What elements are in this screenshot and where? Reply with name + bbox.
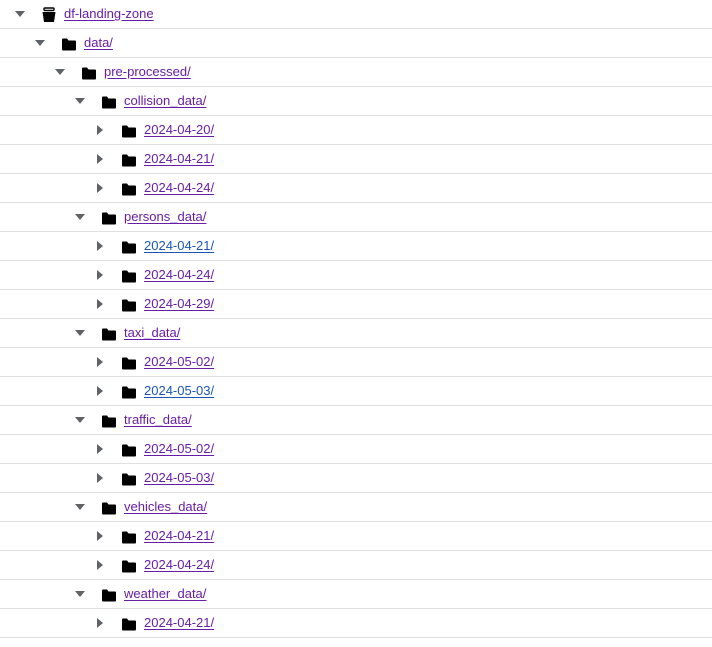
tree-row-folder[interactable]: 2024-04-24/ [0,551,712,580]
expand-toggle[interactable] [90,174,110,202]
expand-toggle[interactable] [90,435,110,463]
tree-node-label[interactable]: 2024-04-21/ [144,238,214,254]
tree-row-folder[interactable]: taxi_data/ [0,319,712,348]
folder-icon [101,413,117,429]
folder-icon [121,239,137,255]
folder-icon [101,587,117,603]
tree-node-label[interactable]: 2024-05-03/ [144,383,214,399]
tree-node-label[interactable]: 2024-05-02/ [144,441,214,457]
tree-row-folder[interactable]: 2024-05-03/ [0,464,712,493]
expand-toggle[interactable] [90,464,110,492]
expand-toggle[interactable] [90,522,110,550]
tree-node-label[interactable]: 2024-04-24/ [144,557,214,573]
folder-icon [121,471,137,487]
folder-tree: df-landing-zone data/ pre-processed/ col… [0,0,712,638]
folder-icon [121,442,137,458]
folder-icon [121,529,137,545]
tree-row-folder[interactable]: persons_data/ [0,203,712,232]
tree-node-label[interactable]: 2024-04-29/ [144,296,214,312]
tree-node-label[interactable]: 2024-04-24/ [144,180,214,196]
expand-toggle[interactable] [90,609,110,637]
tree-node-label[interactable]: weather_data/ [124,586,206,602]
tree-row-folder[interactable]: 2024-05-02/ [0,435,712,464]
folder-icon [121,384,137,400]
collapse-toggle[interactable] [70,87,90,115]
collapse-toggle[interactable] [10,0,30,28]
expand-toggle[interactable] [90,116,110,144]
tree-row-folder[interactable]: collision_data/ [0,87,712,116]
tree-row-folder[interactable]: 2024-05-03/ [0,377,712,406]
tree-node-label[interactable]: data/ [84,35,113,51]
tree-row-folder[interactable]: 2024-04-21/ [0,609,712,638]
tree-row-folder[interactable]: 2024-04-20/ [0,116,712,145]
bucket-icon [41,7,57,23]
tree-row-folder[interactable]: weather_data/ [0,580,712,609]
tree-row-folder[interactable]: traffic_data/ [0,406,712,435]
tree-row-folder[interactable]: 2024-04-29/ [0,290,712,319]
tree-row-folder[interactable]: 2024-05-02/ [0,348,712,377]
folder-icon [121,558,137,574]
collapse-toggle[interactable] [70,406,90,434]
tree-node-label[interactable]: 2024-04-21/ [144,151,214,167]
folder-icon [101,500,117,516]
expand-toggle[interactable] [90,377,110,405]
expand-toggle[interactable] [90,348,110,376]
collapse-toggle[interactable] [30,29,50,57]
collapse-toggle[interactable] [70,493,90,521]
tree-node-label[interactable]: 2024-05-03/ [144,470,214,486]
tree-row-folder[interactable]: 2024-04-24/ [0,261,712,290]
tree-node-label[interactable]: 2024-04-24/ [144,267,214,283]
collapse-toggle[interactable] [70,319,90,347]
tree-row-folder[interactable]: 2024-04-21/ [0,232,712,261]
tree-node-label[interactable]: 2024-04-21/ [144,528,214,544]
tree-row-folder[interactable]: data/ [0,29,712,58]
tree-node-label[interactable]: vehicles_data/ [124,499,207,515]
tree-node-label[interactable]: 2024-04-21/ [144,615,214,631]
tree-node-label[interactable]: df-landing-zone [64,6,154,22]
expand-toggle[interactable] [90,145,110,173]
collapse-toggle[interactable] [70,203,90,231]
expand-toggle[interactable] [90,232,110,260]
collapse-toggle[interactable] [70,580,90,608]
tree-row-folder[interactable]: pre-processed/ [0,58,712,87]
folder-icon [121,616,137,632]
tree-row-folder[interactable]: 2024-04-24/ [0,174,712,203]
folder-icon [121,297,137,313]
folder-icon [101,94,117,110]
tree-node-label[interactable]: collision_data/ [124,93,206,109]
folder-icon [121,123,137,139]
folder-icon [101,210,117,226]
tree-row-bucket[interactable]: df-landing-zone [0,0,712,29]
tree-row-folder[interactable]: vehicles_data/ [0,493,712,522]
folder-icon [121,355,137,371]
tree-node-label[interactable]: taxi_data/ [124,325,180,341]
folder-icon [121,268,137,284]
expand-toggle[interactable] [90,290,110,318]
tree-node-label[interactable]: persons_data/ [124,209,206,225]
collapse-toggle[interactable] [50,58,70,86]
folder-icon [61,36,77,52]
tree-node-label[interactable]: traffic_data/ [124,412,192,428]
tree-row-folder[interactable]: 2024-04-21/ [0,522,712,551]
expand-toggle[interactable] [90,261,110,289]
folder-icon [101,326,117,342]
folder-icon [121,152,137,168]
tree-node-label[interactable]: pre-processed/ [104,64,191,80]
folder-icon [121,181,137,197]
expand-toggle[interactable] [90,551,110,579]
tree-row-folder[interactable]: 2024-04-21/ [0,145,712,174]
folder-icon [81,65,97,81]
tree-node-label[interactable]: 2024-04-20/ [144,122,214,138]
tree-node-label[interactable]: 2024-05-02/ [144,354,214,370]
